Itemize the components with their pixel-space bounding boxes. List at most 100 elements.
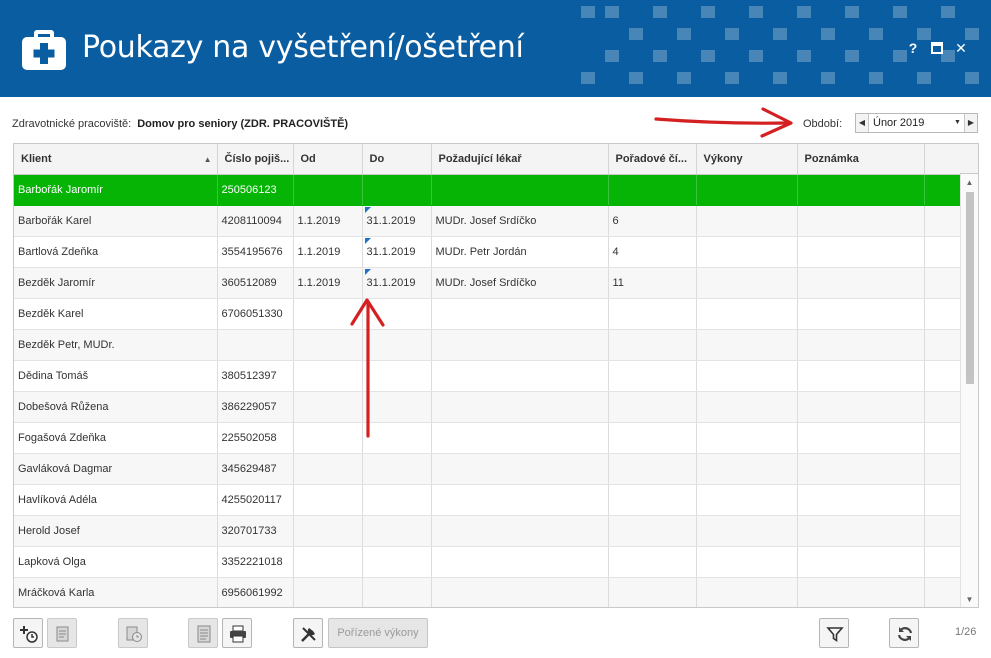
- col-od-cell[interactable]: [293, 515, 363, 547]
- col-cislo-pojistence-cell[interactable]: [217, 329, 294, 361]
- col-pozadujici-lekar-cell[interactable]: [431, 391, 609, 423]
- scroll-down-icon[interactable]: ▼: [961, 595, 978, 604]
- col-poradove-cislo-cell[interactable]: [608, 422, 697, 454]
- col-pozadujici-lekar-cell[interactable]: [431, 515, 609, 547]
- col-od-cell[interactable]: 1.1.2019: [293, 267, 363, 299]
- col-pozadujici-lekar-cell[interactable]: [431, 329, 609, 361]
- col-klient-cell[interactable]: Bezděk Karel: [14, 298, 218, 330]
- col-klient-cell[interactable]: Herold Josef: [14, 515, 218, 547]
- col-od-cell[interactable]: [293, 329, 363, 361]
- col-pozadujici-lekar-cell[interactable]: MUDr. Josef Srdíčko: [431, 205, 609, 237]
- col-poznamka-cell[interactable]: [797, 236, 925, 268]
- col-poznamka-cell[interactable]: [797, 205, 925, 237]
- col-do-cell[interactable]: [362, 515, 432, 547]
- col-poznamka-cell[interactable]: [797, 546, 925, 578]
- col-cislo-pojistence-cell[interactable]: 4255020117: [217, 484, 294, 516]
- table-row[interactable]: Gavláková Dagmar 345629487: [14, 453, 961, 485]
- col-do-header[interactable]: Do: [362, 144, 432, 175]
- col-poznamka-cell[interactable]: [797, 515, 925, 547]
- col-poznamka-cell[interactable]: [797, 453, 925, 485]
- col-vykony-cell[interactable]: [696, 267, 798, 299]
- col-vykony-cell[interactable]: [696, 453, 798, 485]
- col-pozadujici-lekar-cell[interactable]: MUDr. Josef Srdíčko: [431, 267, 609, 299]
- period-dropdown-icon[interactable]: ▼: [951, 114, 964, 132]
- col-klient-cell[interactable]: Bezděk Jaromír: [14, 267, 218, 299]
- col-poznamka-cell[interactable]: [797, 360, 925, 392]
- col-od-header[interactable]: Od: [293, 144, 363, 175]
- col-poznamka-cell[interactable]: [797, 484, 925, 516]
- col-poradove-cislo-cell[interactable]: [608, 329, 697, 361]
- col-vykony-cell[interactable]: [696, 329, 798, 361]
- table-row[interactable]: Barbořák Jaromír 250506123: [14, 174, 961, 206]
- maximize-button[interactable]: [928, 38, 946, 58]
- col-do-cell[interactable]: [362, 422, 432, 454]
- tools-button[interactable]: [293, 618, 323, 648]
- col-poradove-cislo-cell[interactable]: [608, 360, 697, 392]
- col-cislo-pojistence-cell[interactable]: 6706051330: [217, 298, 294, 330]
- col-vykony-cell[interactable]: [696, 298, 798, 330]
- col-od-cell[interactable]: 1.1.2019: [293, 205, 363, 237]
- col-cislo-pojistence-header[interactable]: Číslo pojiš...: [217, 144, 294, 175]
- col-klient-cell[interactable]: Havlíková Adéla: [14, 484, 218, 516]
- col-od-cell[interactable]: [293, 174, 363, 206]
- col-pozadujici-lekar-cell[interactable]: [431, 174, 609, 206]
- col-do-cell[interactable]: [362, 298, 432, 330]
- table-row[interactable]: Barbořák Karel 4208110094 1.1.2019 31.1.201…: [14, 205, 961, 237]
- col-poznamka-cell[interactable]: [797, 329, 925, 361]
- col-klient-cell[interactable]: Gavláková Dagmar: [14, 453, 218, 485]
- performed-services-button[interactable]: Pořízené výkony: [328, 618, 428, 648]
- col-poradove-cislo-cell[interactable]: 4: [608, 236, 697, 268]
- col-od-cell[interactable]: [293, 422, 363, 454]
- edit-button[interactable]: [47, 618, 77, 648]
- col-cislo-pojistence-cell[interactable]: 386229057: [217, 391, 294, 423]
- col-klient-header[interactable]: Klient ▲: [14, 144, 218, 175]
- col-do-cell[interactable]: 31.1.2019: [362, 205, 432, 237]
- period-selector[interactable]: ◀ Únor 2019 ▼ ▶: [855, 113, 978, 133]
- col-do-cell[interactable]: [362, 329, 432, 361]
- col-klient-cell[interactable]: Barbořák Jaromír: [14, 174, 218, 206]
- col-vykony-cell[interactable]: [696, 174, 798, 206]
- col-do-cell[interactable]: [362, 174, 432, 206]
- col-klient-cell[interactable]: Dědina Tomáš: [14, 360, 218, 392]
- col-od-cell[interactable]: 1.1.2019: [293, 236, 363, 268]
- col-vykony-cell[interactable]: [696, 205, 798, 237]
- col-do-cell[interactable]: [362, 453, 432, 485]
- col-pozadujici-lekar-cell[interactable]: MUDr. Petr Jordán: [431, 236, 609, 268]
- print-button[interactable]: [222, 618, 252, 648]
- col-poznamka-header[interactable]: Poznámka: [797, 144, 925, 175]
- col-poznamka-cell[interactable]: [797, 174, 925, 206]
- table-row[interactable]: Lapková Olga 3352221018: [14, 546, 961, 578]
- col-vykony-cell[interactable]: [696, 422, 798, 454]
- table-row[interactable]: Bezděk Karel 6706051330: [14, 298, 961, 330]
- table-row[interactable]: Dobešová Růžena 386229057: [14, 391, 961, 423]
- col-vykony-cell[interactable]: [696, 515, 798, 547]
- col-pozadujici-lekar-cell[interactable]: [431, 484, 609, 516]
- col-klient-cell[interactable]: Lapková Olga: [14, 546, 218, 578]
- col-od-cell[interactable]: [293, 391, 363, 423]
- col-cislo-pojistence-cell[interactable]: 3352221018: [217, 546, 294, 578]
- col-poradove-cislo-cell[interactable]: [608, 546, 697, 578]
- col-pozadujici-lekar-header[interactable]: Požadující lékař: [431, 144, 609, 175]
- close-button[interactable]: ✕: [952, 38, 970, 58]
- col-klient-cell[interactable]: Fogašová Zdeňka: [14, 422, 218, 454]
- refresh-button[interactable]: [889, 618, 919, 648]
- col-pozadujici-lekar-cell[interactable]: [431, 298, 609, 330]
- col-poznamka-cell[interactable]: [797, 267, 925, 299]
- col-cislo-pojistence-cell[interactable]: 4208110094: [217, 205, 294, 237]
- col-poznamka-cell[interactable]: [797, 391, 925, 423]
- col-poradove-cislo-header[interactable]: Pořadové čí...: [608, 144, 697, 175]
- col-do-cell[interactable]: [362, 484, 432, 516]
- col-poradove-cislo-cell[interactable]: [608, 577, 697, 607]
- vertical-scrollbar[interactable]: ▲ ▼: [960, 174, 978, 607]
- col-klient-cell[interactable]: Bezděk Petr, MUDr.: [14, 329, 218, 361]
- col-vykony-cell[interactable]: [696, 391, 798, 423]
- col-do-cell[interactable]: 31.1.2019: [362, 267, 432, 299]
- col-pozadujici-lekar-cell[interactable]: [431, 577, 609, 607]
- col-cislo-pojistence-cell[interactable]: 3554195676: [217, 236, 294, 268]
- col-vykony-cell[interactable]: [696, 484, 798, 516]
- table-row[interactable]: Herold Josef 320701733: [14, 515, 961, 547]
- table-row[interactable]: Mráčková Karla 6956061992: [14, 577, 961, 607]
- col-klient-cell[interactable]: Barbořák Karel: [14, 205, 218, 237]
- col-cislo-pojistence-cell[interactable]: 345629487: [217, 453, 294, 485]
- col-do-cell[interactable]: 31.1.2019: [362, 236, 432, 268]
